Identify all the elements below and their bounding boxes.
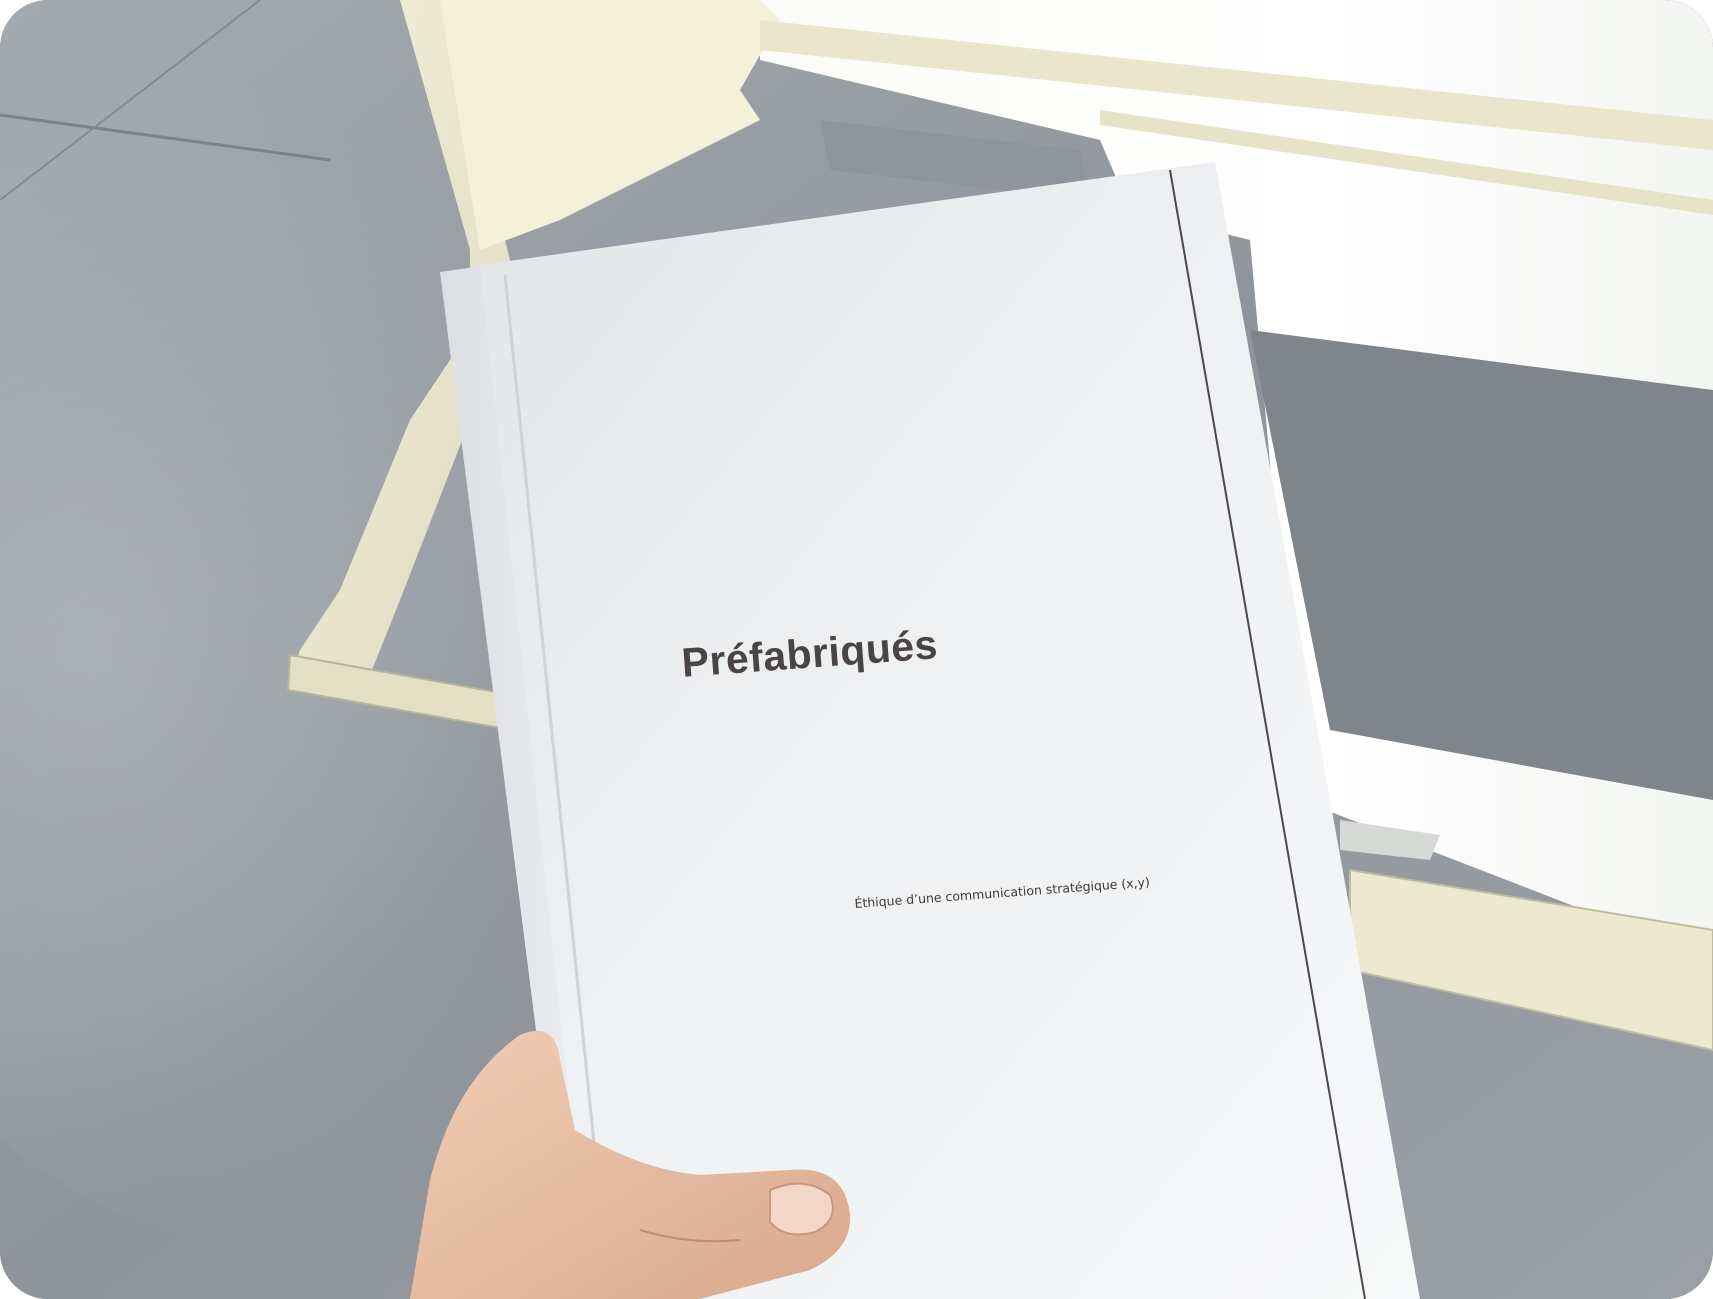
thumbnail bbox=[769, 1182, 834, 1236]
photo-frame: Préfabriqués Éthique d’une communication… bbox=[0, 0, 1713, 1299]
photo-scene bbox=[0, 0, 1713, 1299]
